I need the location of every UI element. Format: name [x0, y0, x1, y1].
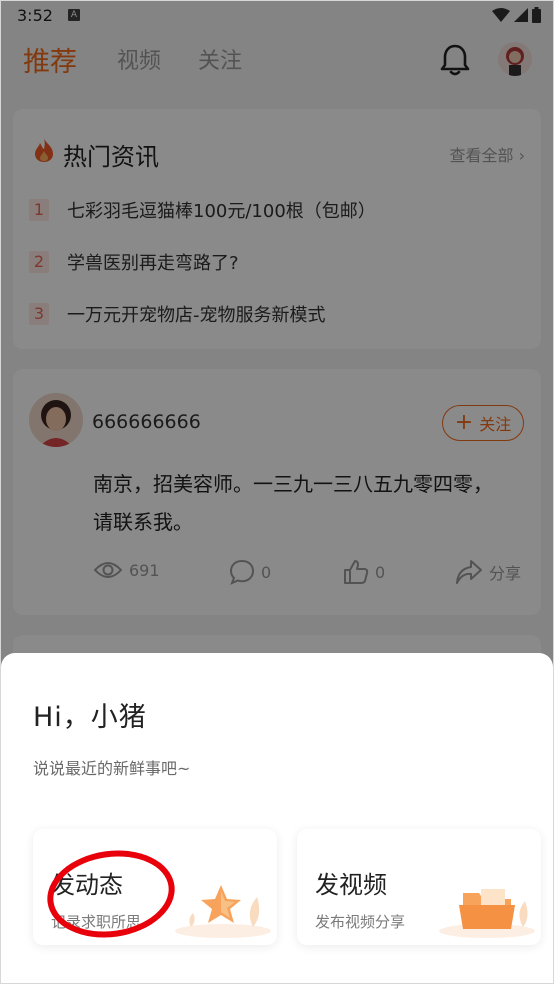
- sheet-subtitle: 说说最近的新鲜事吧~: [33, 759, 191, 778]
- post-video-title: 发视频: [315, 871, 387, 899]
- folder-illustration-icon: [439, 889, 535, 938]
- post-video-button[interactable]: 发视频 发布视频分享: [297, 829, 541, 945]
- post-video-desc: 发布视频分享: [315, 913, 406, 931]
- app-screen: 3:52 A 推荐 视频 关注 热门资讯 查看全部 › 1 七彩羽毛逗猫棒100…: [0, 0, 554, 984]
- sheet-greeting: Hi，小猪: [33, 702, 147, 733]
- star-illustration-icon: [175, 885, 271, 938]
